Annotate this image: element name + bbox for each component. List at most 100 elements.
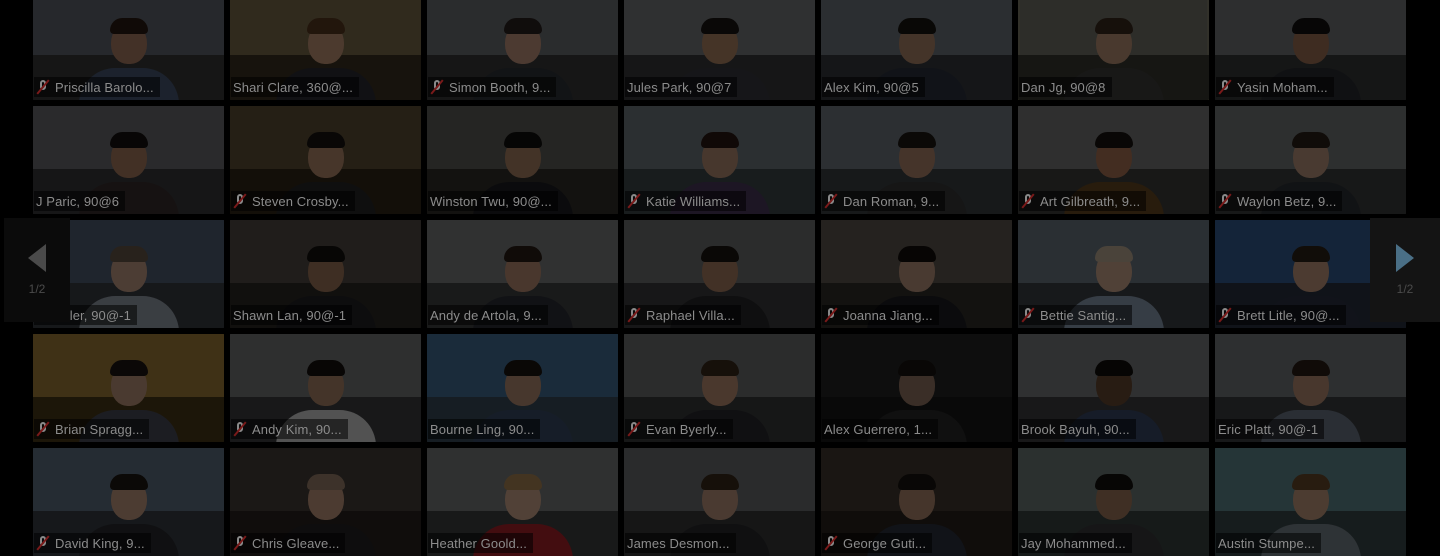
participant-tile[interactable]: Shari Clare, 360@...: [230, 0, 421, 100]
participant-name-bar: Simon Booth, 9...: [428, 77, 557, 97]
participant-tile[interactable]: Alex Guerrero, 1...: [821, 334, 1012, 442]
participant-tile[interactable]: Dan Roman, 9...: [821, 106, 1012, 214]
participant-name: Katie Williams...: [646, 193, 741, 209]
participant-name-bar: Katie Williams...: [625, 191, 747, 211]
participant-tile[interactable]: Dan Jg, 90@8: [1018, 0, 1209, 100]
participant-name-bar: Brett Litle, 90@...: [1216, 305, 1346, 325]
participant-name-bar: Waylon Betz, 9...: [1216, 191, 1343, 211]
participant-name: Raphael Villa...: [646, 307, 735, 323]
participant-tile[interactable]: Jules Park, 90@7: [624, 0, 815, 100]
participant-tile[interactable]: Simon Booth, 9...: [427, 0, 618, 100]
participant-tile[interactable]: Bourne Ling, 90...: [427, 334, 618, 442]
page-indicator: 1/2: [28, 282, 46, 296]
participant-name-bar: Shari Clare, 360@...: [231, 77, 359, 97]
muted-mic-icon: [233, 535, 247, 551]
participant-tile[interactable]: James Desmon...: [624, 448, 815, 556]
participant-tile[interactable]: Brook Bayuh, 90...: [1018, 334, 1209, 442]
chevron-right-icon: [1396, 244, 1414, 272]
participant-name: Brett Litle, 90@...: [1237, 307, 1340, 323]
participant-name: Eric Platt, 90@-1: [1218, 421, 1319, 437]
participant-name: Brian Spragg...: [55, 421, 144, 437]
participant-name-bar: Alex Guerrero, 1...: [822, 419, 939, 439]
participant-name-bar: Bettie Santig...: [1019, 305, 1133, 325]
participant-name: Shawn Lan, 90@-1: [233, 307, 347, 323]
participant-name: Dan Roman, 9...: [843, 193, 940, 209]
participant-name-bar: Bourne Ling, 90...: [428, 419, 541, 439]
participant-tile[interactable]: Waylon Betz, 9...: [1215, 106, 1406, 214]
muted-mic-icon: [824, 307, 838, 323]
participant-tile[interactable]: Alex Kim, 90@5: [821, 0, 1012, 100]
participant-tile[interactable]: David King, 9...: [33, 448, 224, 556]
participant-name-bar: George Guti...: [822, 533, 933, 553]
participant-tile[interactable]: J Paric, 90@6: [33, 106, 224, 214]
participant-name: James Desmon...: [627, 535, 730, 551]
participant-name: Shari Clare, 360@...: [233, 79, 353, 95]
participant-tile[interactable]: Art Gilbreath, 9...: [1018, 106, 1209, 214]
muted-mic-icon: [36, 535, 50, 551]
participant-name-bar: J Paric, 90@6: [34, 191, 126, 211]
participant-name: Alex Guerrero, 1...: [824, 421, 933, 437]
participant-name-bar: James Desmon...: [625, 533, 736, 553]
muted-mic-icon: [36, 79, 50, 95]
participant-name-bar: Chris Gleave...: [231, 533, 346, 553]
participant-name-bar: Priscilla Barolo...: [34, 77, 160, 97]
participant-tile[interactable]: Raphael Villa...: [624, 220, 815, 328]
participant-name: Steven Crosby...: [252, 193, 349, 209]
muted-mic-icon: [824, 535, 838, 551]
muted-mic-icon: [627, 421, 641, 437]
participant-name: Chris Gleave...: [252, 535, 340, 551]
participant-name: Jay Mohammed...: [1021, 535, 1126, 551]
participant-name: Waylon Betz, 9...: [1237, 193, 1337, 209]
participant-name-bar: Winston Twu, 90@...: [428, 191, 558, 211]
participant-name: Bourne Ling, 90...: [430, 421, 535, 437]
participant-name-bar: Evan Byerly...: [625, 419, 733, 439]
participant-tile[interactable]: Andy de Artola, 9...: [427, 220, 618, 328]
participant-tile[interactable]: Chris Gleave...: [230, 448, 421, 556]
participant-tile[interactable]: Eric Platt, 90@-1: [1215, 334, 1406, 442]
participant-tile[interactable]: Steven Crosby...: [230, 106, 421, 214]
chevron-left-icon: [28, 244, 46, 272]
participant-name: Art Gilbreath, 9...: [1040, 193, 1141, 209]
participant-name: Andy Kim, 90...: [252, 421, 342, 437]
participant-name: Brook Bayuh, 90...: [1021, 421, 1130, 437]
muted-mic-icon: [627, 307, 641, 323]
participant-tile[interactable]: Yasin Moham...: [1215, 0, 1406, 100]
participant-name-bar: Dan Jg, 90@8: [1019, 77, 1112, 97]
participant-name: Andy de Artola, 9...: [430, 307, 542, 323]
participant-name: Jules Park, 90@7: [627, 79, 732, 95]
participant-tile[interactable]: Winston Twu, 90@...: [427, 106, 618, 214]
participant-name: Heather Goold...: [430, 535, 527, 551]
muted-mic-icon: [233, 421, 247, 437]
participant-tile[interactable]: Priscilla Barolo...: [33, 0, 224, 100]
previous-page-button[interactable]: 1/2: [4, 218, 70, 322]
participant-name: Bettie Santig...: [1040, 307, 1127, 323]
participant-tile[interactable]: Katie Williams...: [624, 106, 815, 214]
participant-name-bar: Shawn Lan, 90@-1: [231, 305, 353, 325]
participant-name-bar: Andy Kim, 90...: [231, 419, 348, 439]
participant-tile[interactable]: Andy Kim, 90...: [230, 334, 421, 442]
participant-tile[interactable]: George Guti...: [821, 448, 1012, 556]
page-indicator: 1/2: [1396, 282, 1414, 296]
participant-name-bar: Heather Goold...: [428, 533, 533, 553]
muted-mic-icon: [1021, 193, 1035, 209]
participant-name-bar: David King, 9...: [34, 533, 151, 553]
participant-tile[interactable]: Austin Stumpe...: [1215, 448, 1406, 556]
participant-name: Simon Booth, 9...: [449, 79, 551, 95]
next-page-button[interactable]: 1/2: [1370, 218, 1440, 322]
participant-name-bar: Andy de Artola, 9...: [428, 305, 548, 325]
participant-tile[interactable]: Joanna Jiang...: [821, 220, 1012, 328]
participant-name: Austin Stumpe...: [1218, 535, 1315, 551]
participant-name: Winston Twu, 90@...: [430, 193, 552, 209]
muted-mic-icon: [824, 193, 838, 209]
participant-tile[interactable]: Jay Mohammed...: [1018, 448, 1209, 556]
participant-tile[interactable]: Evan Byerly...: [624, 334, 815, 442]
participant-tile[interactable]: Heather Goold...: [427, 448, 618, 556]
participant-tile[interactable]: Shawn Lan, 90@-1: [230, 220, 421, 328]
participant-tile[interactable]: Brian Spragg...: [33, 334, 224, 442]
participant-name-bar: Joanna Jiang...: [822, 305, 939, 325]
participant-name: Joanna Jiang...: [843, 307, 933, 323]
participant-name-bar: Jules Park, 90@7: [625, 77, 738, 97]
participant-name-bar: Jay Mohammed...: [1019, 533, 1132, 553]
participant-name-bar: Dan Roman, 9...: [822, 191, 946, 211]
participant-tile[interactable]: Bettie Santig...: [1018, 220, 1209, 328]
